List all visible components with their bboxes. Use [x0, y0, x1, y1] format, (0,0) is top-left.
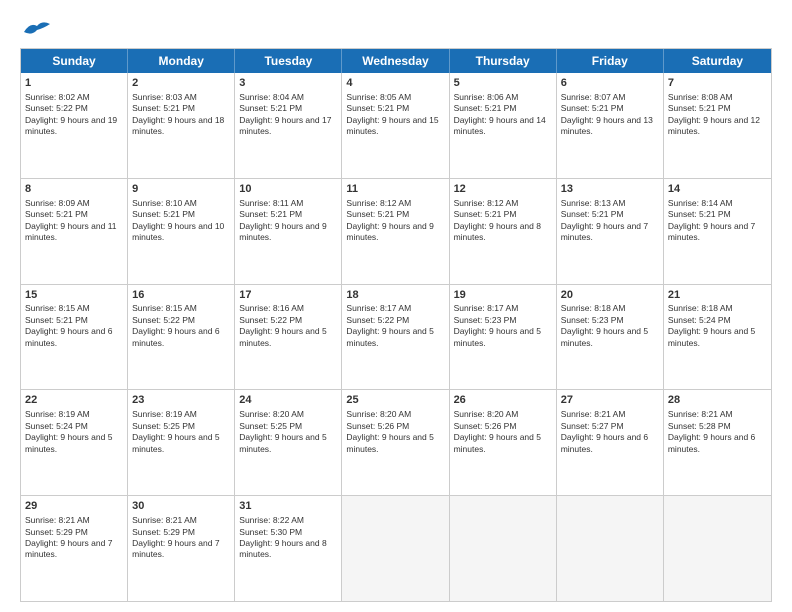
day-number: 7 [668, 76, 767, 91]
cal-day-4: 4Sunrise: 8:05 AMSunset: 5:21 PMDaylight… [342, 73, 449, 178]
calendar-header-row: SundayMondayTuesdayWednesdayThursdayFrid… [21, 49, 771, 73]
cal-empty-4-6 [664, 496, 771, 601]
day-number: 13 [561, 182, 659, 197]
header [20, 18, 772, 38]
day-number: 24 [239, 393, 337, 408]
cal-header-sunday: Sunday [21, 49, 128, 73]
cal-day-17: 17Sunrise: 8:16 AMSunset: 5:22 PMDayligh… [235, 285, 342, 390]
cal-day-26: 26Sunrise: 8:20 AMSunset: 5:26 PMDayligh… [450, 390, 557, 495]
day-number: 27 [561, 393, 659, 408]
day-number: 12 [454, 182, 552, 197]
cal-header-thursday: Thursday [450, 49, 557, 73]
cal-week-2: 8Sunrise: 8:09 AMSunset: 5:21 PMDaylight… [21, 179, 771, 285]
cal-empty-4-4 [450, 496, 557, 601]
cal-week-1: 1Sunrise: 8:02 AMSunset: 5:22 PMDaylight… [21, 73, 771, 179]
cal-day-2: 2Sunrise: 8:03 AMSunset: 5:21 PMDaylight… [128, 73, 235, 178]
cal-day-24: 24Sunrise: 8:20 AMSunset: 5:25 PMDayligh… [235, 390, 342, 495]
logo [20, 18, 52, 38]
cal-day-19: 19Sunrise: 8:17 AMSunset: 5:23 PMDayligh… [450, 285, 557, 390]
cal-day-15: 15Sunrise: 8:15 AMSunset: 5:21 PMDayligh… [21, 285, 128, 390]
cal-day-6: 6Sunrise: 8:07 AMSunset: 5:21 PMDaylight… [557, 73, 664, 178]
cal-day-18: 18Sunrise: 8:17 AMSunset: 5:22 PMDayligh… [342, 285, 449, 390]
day-number: 8 [25, 182, 123, 197]
cal-day-21: 21Sunrise: 8:18 AMSunset: 5:24 PMDayligh… [664, 285, 771, 390]
cal-day-16: 16Sunrise: 8:15 AMSunset: 5:22 PMDayligh… [128, 285, 235, 390]
day-number: 15 [25, 288, 123, 303]
day-number: 23 [132, 393, 230, 408]
page: SundayMondayTuesdayWednesdayThursdayFrid… [0, 0, 792, 612]
cal-day-1: 1Sunrise: 8:02 AMSunset: 5:22 PMDaylight… [21, 73, 128, 178]
cal-day-11: 11Sunrise: 8:12 AMSunset: 5:21 PMDayligh… [342, 179, 449, 284]
day-number: 31 [239, 499, 337, 514]
day-number: 21 [668, 288, 767, 303]
cal-day-22: 22Sunrise: 8:19 AMSunset: 5:24 PMDayligh… [21, 390, 128, 495]
cal-day-10: 10Sunrise: 8:11 AMSunset: 5:21 PMDayligh… [235, 179, 342, 284]
day-number: 11 [346, 182, 444, 197]
day-number: 10 [239, 182, 337, 197]
cal-empty-4-5 [557, 496, 664, 601]
cal-week-4: 22Sunrise: 8:19 AMSunset: 5:24 PMDayligh… [21, 390, 771, 496]
day-number: 5 [454, 76, 552, 91]
day-number: 28 [668, 393, 767, 408]
cal-day-31: 31Sunrise: 8:22 AMSunset: 5:30 PMDayligh… [235, 496, 342, 601]
cal-empty-4-3 [342, 496, 449, 601]
cal-header-wednesday: Wednesday [342, 49, 449, 73]
cal-day-23: 23Sunrise: 8:19 AMSunset: 5:25 PMDayligh… [128, 390, 235, 495]
day-number: 4 [346, 76, 444, 91]
day-number: 2 [132, 76, 230, 91]
cal-week-3: 15Sunrise: 8:15 AMSunset: 5:21 PMDayligh… [21, 285, 771, 391]
day-number: 3 [239, 76, 337, 91]
calendar: SundayMondayTuesdayWednesdayThursdayFrid… [20, 48, 772, 602]
cal-day-25: 25Sunrise: 8:20 AMSunset: 5:26 PMDayligh… [342, 390, 449, 495]
cal-day-30: 30Sunrise: 8:21 AMSunset: 5:29 PMDayligh… [128, 496, 235, 601]
logo-bird-icon [22, 18, 52, 38]
cal-day-27: 27Sunrise: 8:21 AMSunset: 5:27 PMDayligh… [557, 390, 664, 495]
cal-day-13: 13Sunrise: 8:13 AMSunset: 5:21 PMDayligh… [557, 179, 664, 284]
cal-day-28: 28Sunrise: 8:21 AMSunset: 5:28 PMDayligh… [664, 390, 771, 495]
cal-day-9: 9Sunrise: 8:10 AMSunset: 5:21 PMDaylight… [128, 179, 235, 284]
cal-day-29: 29Sunrise: 8:21 AMSunset: 5:29 PMDayligh… [21, 496, 128, 601]
cal-day-7: 7Sunrise: 8:08 AMSunset: 5:21 PMDaylight… [664, 73, 771, 178]
day-number: 9 [132, 182, 230, 197]
cal-day-20: 20Sunrise: 8:18 AMSunset: 5:23 PMDayligh… [557, 285, 664, 390]
cal-day-3: 3Sunrise: 8:04 AMSunset: 5:21 PMDaylight… [235, 73, 342, 178]
day-number: 25 [346, 393, 444, 408]
cal-day-12: 12Sunrise: 8:12 AMSunset: 5:21 PMDayligh… [450, 179, 557, 284]
day-number: 26 [454, 393, 552, 408]
cal-header-monday: Monday [128, 49, 235, 73]
day-number: 1 [25, 76, 123, 91]
cal-week-5: 29Sunrise: 8:21 AMSunset: 5:29 PMDayligh… [21, 496, 771, 601]
cal-day-8: 8Sunrise: 8:09 AMSunset: 5:21 PMDaylight… [21, 179, 128, 284]
calendar-body: 1Sunrise: 8:02 AMSunset: 5:22 PMDaylight… [21, 73, 771, 601]
day-number: 17 [239, 288, 337, 303]
day-number: 30 [132, 499, 230, 514]
cal-header-tuesday: Tuesday [235, 49, 342, 73]
day-number: 20 [561, 288, 659, 303]
day-number: 22 [25, 393, 123, 408]
day-number: 29 [25, 499, 123, 514]
day-number: 18 [346, 288, 444, 303]
day-number: 16 [132, 288, 230, 303]
cal-header-friday: Friday [557, 49, 664, 73]
day-number: 19 [454, 288, 552, 303]
cal-day-14: 14Sunrise: 8:14 AMSunset: 5:21 PMDayligh… [664, 179, 771, 284]
cal-day-5: 5Sunrise: 8:06 AMSunset: 5:21 PMDaylight… [450, 73, 557, 178]
day-number: 14 [668, 182, 767, 197]
day-number: 6 [561, 76, 659, 91]
cal-header-saturday: Saturday [664, 49, 771, 73]
